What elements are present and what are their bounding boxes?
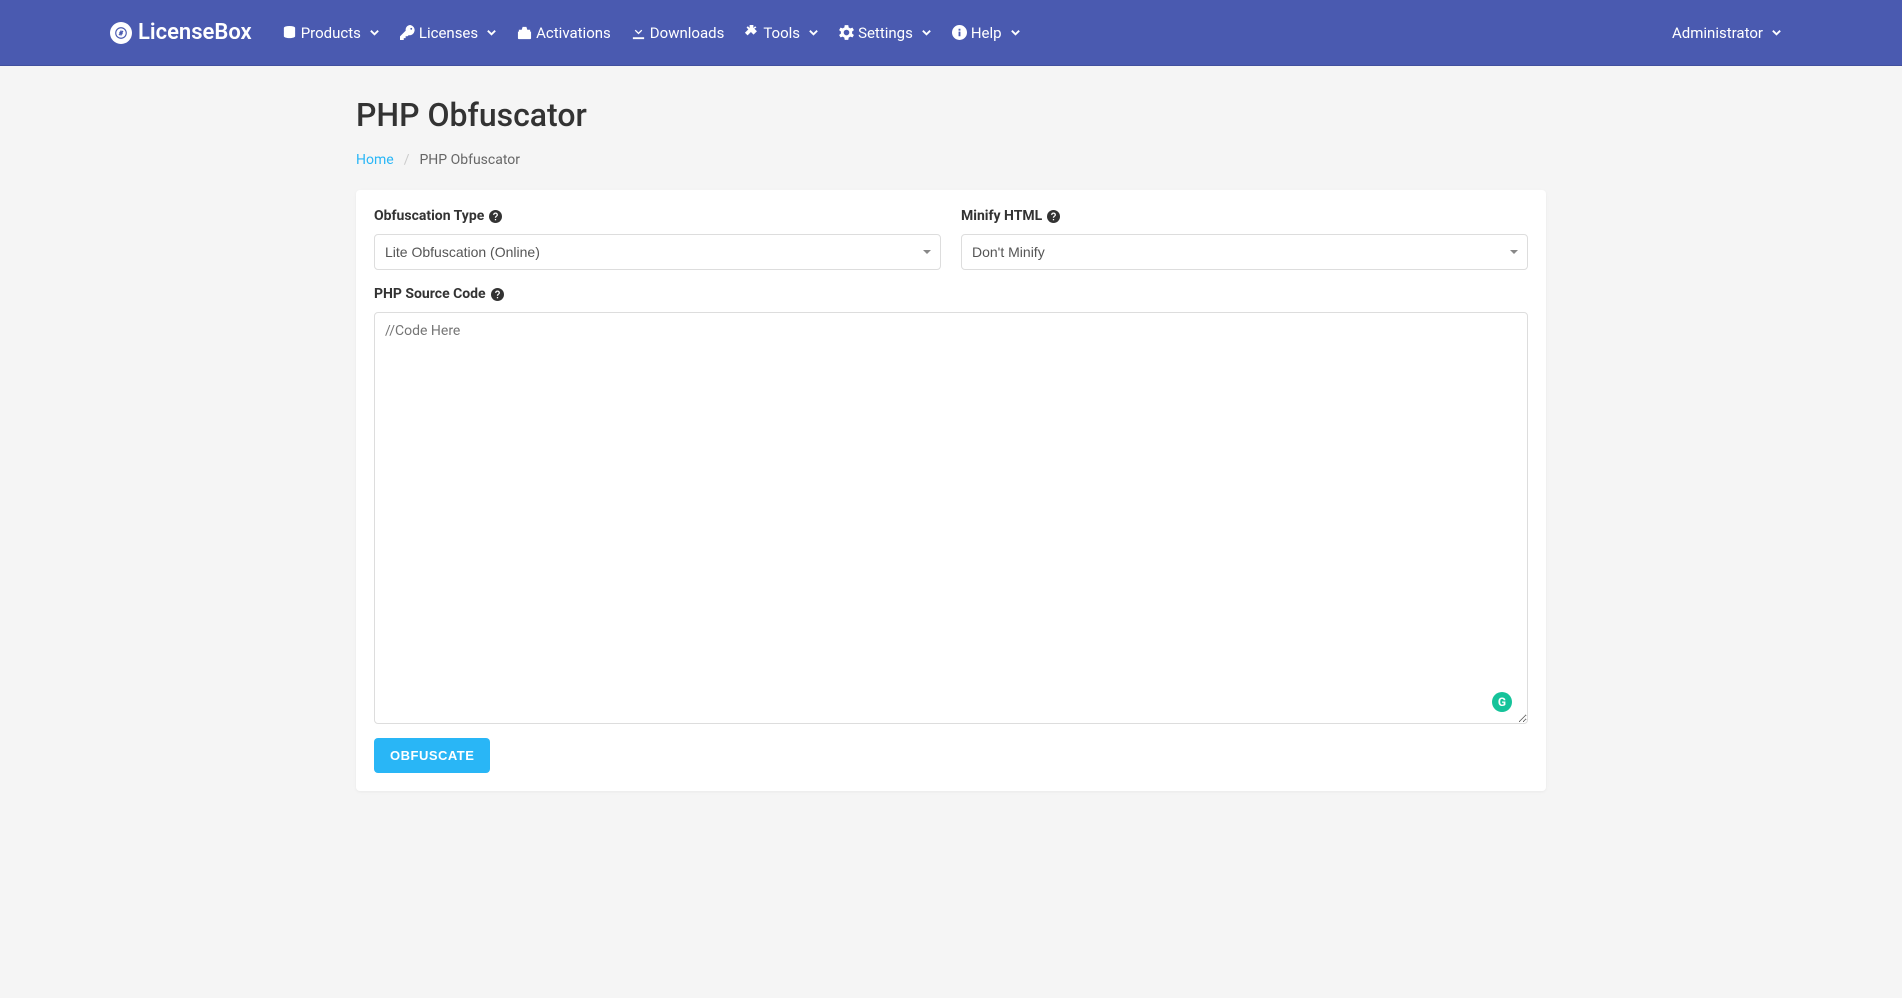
obfuscation-type-select[interactable]: Lite Obfuscation (Online) [374,234,941,270]
nav-settings[interactable]: Settings [829,16,942,50]
user-label: Administrator [1672,24,1763,42]
toolbox-icon [517,25,532,40]
nav-label: Tools [763,24,800,42]
form-card: Obfuscation Type Lite Obfuscation (Onlin… [356,190,1546,791]
breadcrumb-current: PHP Obfuscator [419,152,520,168]
chevron-down-icon [1010,27,1021,38]
textarea-wrapper: G [374,312,1528,728]
nav-licenses[interactable]: Licenses [390,16,507,50]
key-icon [400,25,415,40]
page-title: PHP Obfuscator [356,96,1546,134]
source-code-label: PHP Source Code [374,286,1528,302]
brand-icon [110,22,132,44]
breadcrumb-separator: / [404,152,410,168]
help-icon[interactable] [491,288,504,301]
nav-label: Downloads [650,24,725,42]
select-wrapper: Lite Obfuscation (Online) [374,234,941,270]
select-wrapper: Don't Minify [961,234,1528,270]
breadcrumb-home-link[interactable]: Home [356,152,394,168]
nav-label: Activations [536,24,611,42]
obfuscation-type-label: Obfuscation Type [374,208,941,224]
obfuscate-button[interactable]: OBFUSCATE [374,738,490,773]
content: PHP Obfuscator Home / PHP Obfuscator Obf… [356,66,1546,821]
label-text: PHP Source Code [374,286,486,302]
chevron-down-icon [486,27,497,38]
database-icon [282,25,297,40]
nav-label: Licenses [419,24,478,42]
nav-downloads[interactable]: Downloads [621,16,735,50]
nav-help[interactable]: Help [942,16,1031,50]
chevron-down-icon [921,27,932,38]
label-text: Minify HTML [961,208,1042,224]
gear-icon [839,25,854,40]
breadcrumb: Home / PHP Obfuscator [356,152,1546,168]
nav-tools[interactable]: Tools [734,16,829,50]
minify-html-group: Minify HTML Don't Minify [961,208,1528,270]
tools-icon [744,25,759,40]
nav-label: Settings [858,24,913,42]
navbar: LicenseBox Products Licenses Activations… [0,0,1902,66]
brand-text: LicenseBox [138,20,252,45]
minify-html-select[interactable]: Don't Minify [961,234,1528,270]
form-row: Obfuscation Type Lite Obfuscation (Onlin… [374,208,1528,270]
download-icon [631,25,646,40]
nav-label: Products [301,24,361,42]
source-code-group: PHP Source Code G [374,286,1528,728]
source-code-input[interactable] [374,312,1528,724]
help-icon[interactable] [489,210,502,223]
help-icon[interactable] [1047,210,1060,223]
user-menu[interactable]: Administrator [1662,16,1792,50]
chevron-down-icon [369,27,380,38]
obfuscation-type-group: Obfuscation Type Lite Obfuscation (Onlin… [374,208,941,270]
nav-activations[interactable]: Activations [507,16,621,50]
nav-label: Help [971,24,1002,42]
chevron-down-icon [1771,27,1782,38]
breadcrumb-home: Home [356,152,394,168]
nav-right: Administrator [1662,16,1792,50]
info-icon [952,25,967,40]
nav-products[interactable]: Products [272,16,390,50]
chevron-down-icon [808,27,819,38]
brand-logo[interactable]: LicenseBox [110,20,252,45]
nav-items: Products Licenses Activations Downloads … [272,16,1662,50]
grammarly-icon[interactable]: G [1492,692,1512,712]
minify-html-label: Minify HTML [961,208,1528,224]
label-text: Obfuscation Type [374,208,484,224]
